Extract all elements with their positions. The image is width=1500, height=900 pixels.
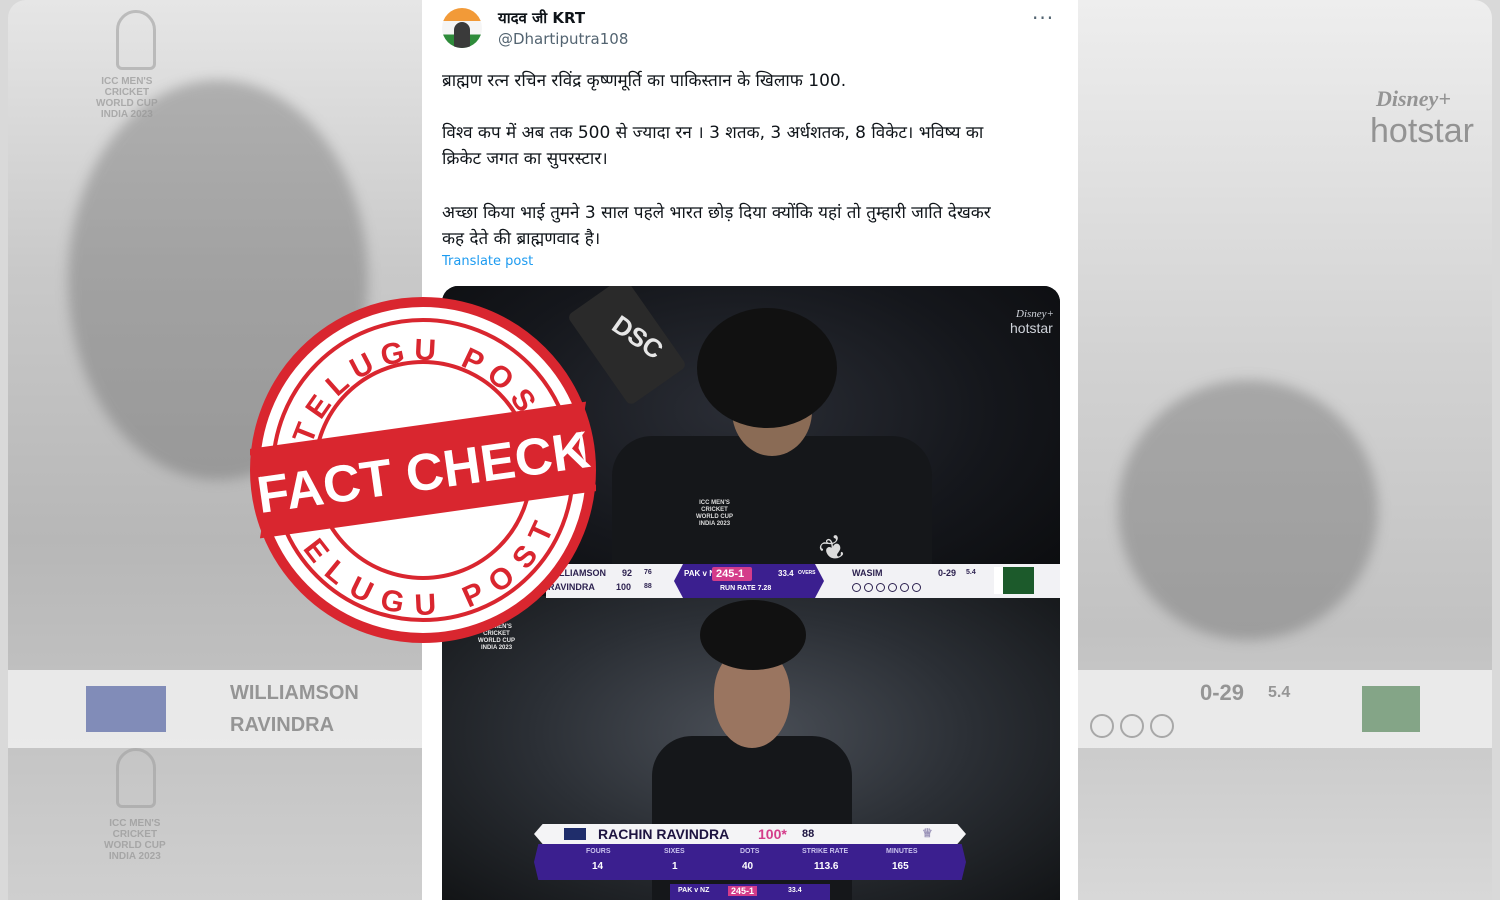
team-score: 245-1 <box>716 568 745 580</box>
player-hair <box>697 308 837 428</box>
stat-value: 165 <box>892 861 909 872</box>
trophy-icon: ♕ <box>922 826 933 840</box>
disney-logo: Disney+ <box>1016 308 1054 320</box>
overs-label: OVERS <box>798 570 816 576</box>
bowler-name: WASIM <box>852 568 883 578</box>
run-rate: RUN RATE 7.28 <box>720 585 772 592</box>
player-balls: 88 <box>802 828 815 840</box>
background-bowler-overs: 5.4 <box>1268 684 1291 701</box>
batter2-balls: 88 <box>644 583 652 590</box>
background-batter2: RAVINDRA <box>230 714 335 736</box>
mini-team-score: 245-1 <box>728 886 758 896</box>
pakistan-flag-icon <box>994 567 1034 594</box>
tweet-text-line-4: अच्छा किया भाई तुमने 3 साल पहले भारत छोड… <box>442 203 991 223</box>
scoreboard-center: PAK v NZ 245-1 33.4 OVERS RUN RATE 7.28 <box>674 564 824 598</box>
ball-icon <box>852 583 861 592</box>
background-disney-logo: Disney+ <box>1376 86 1451 111</box>
batter2-runs: 100 <box>616 582 632 592</box>
player-stat-card: RACHIN RAVINDRA 100* 88 ♕ FOURS 14 SIXES… <box>534 824 966 880</box>
background-nz-flag-icon <box>86 686 166 732</box>
hotstar-logo: hotstar <box>1010 320 1053 336</box>
player-hair <box>700 600 806 670</box>
background-event-logo: ICC MEN'S CRICKET WORLD CUP INDIA 2023 <box>104 818 166 862</box>
scoreboard: WILLIAMSON 92 76 RAVINDRA 100 88 PAK v N… <box>546 564 1060 598</box>
batter1-balls: 76 <box>644 569 652 576</box>
user-handle[interactable]: @Dhartiputra108 <box>498 30 628 48</box>
stat-value: 1 <box>672 861 678 872</box>
background-trophy-icon <box>116 748 156 808</box>
avatar[interactable] <box>442 8 482 48</box>
background-scoreboard-strip <box>1078 670 1492 748</box>
stat-label: MINUTES <box>886 848 918 855</box>
tweet-text-line-1: ब्राह्मण रत्न रचिन रविंद्र कृष्णमूर्ति क… <box>442 71 847 91</box>
stat-value: 40 <box>742 861 754 872</box>
background-trophy-icon <box>116 10 156 70</box>
more-horizontal-icon[interactable]: ··· <box>1032 6 1054 30</box>
stat-label: DOTS <box>740 848 760 855</box>
tweet-text-line-2: विश्व कप में अब तक 500 से ज्यादा रन । 3 … <box>442 123 984 143</box>
background-batter1: WILLIAMSON <box>230 682 359 704</box>
player-stats-row: FOURS 14 SIXES 1 DOTS 40 STRIKE RATE 113… <box>534 844 966 880</box>
player-score: 100* <box>758 826 787 842</box>
mini-match-label: PAK v NZ <box>678 887 710 894</box>
ball-icon <box>912 583 921 592</box>
ball-icon <box>864 583 873 592</box>
translate-post-link[interactable]: Translate post <box>442 254 533 269</box>
stat-label: STRIKE RATE <box>802 848 849 855</box>
background-scoreboard-strip <box>8 670 422 748</box>
display-name[interactable]: यादव जी KRT <box>498 8 585 28</box>
background-ball-icon <box>1120 714 1144 738</box>
background-pakistan-flag-icon <box>1362 686 1420 732</box>
player-name: RACHIN RAVINDRA <box>598 826 730 842</box>
ball-icon <box>900 583 909 592</box>
nz-flag-icon <box>564 828 586 840</box>
player-card-header: RACHIN RAVINDRA 100* 88 ♕ <box>534 824 966 844</box>
tweet-text-line-5: कह देते की ब्राह्मणवाद है। <box>442 229 601 249</box>
ball-icon <box>876 583 885 592</box>
stat-value: 113.6 <box>814 861 839 872</box>
bowler-figures: 0-29 <box>938 568 957 578</box>
background-bowler-figures: 0-29 <box>1200 680 1245 705</box>
background-ball-icon <box>1090 714 1114 738</box>
tweet-text-line-3: क्रिकेट जगत का सुपरस्टार। <box>442 149 608 169</box>
stat-label: SIXES <box>664 848 685 855</box>
bowler-overs: 5.4 <box>966 569 976 576</box>
ball-icon <box>888 583 897 592</box>
stat-value: 14 <box>592 861 604 872</box>
stat-label: FOURS <box>586 848 611 855</box>
background-hotstar-logo: hotstar <box>1370 112 1474 150</box>
mini-scoreboard: PAK v NZ 245-1 33.4 <box>670 884 830 900</box>
background-event-logo: ICC MEN'S CRICKET WORLD CUP INDIA 2023 <box>96 76 158 120</box>
overs-value: 33.4 <box>778 569 794 578</box>
background-player-silhouette <box>1118 380 1378 640</box>
shirt-event-logo: ICC MEN'S CRICKET WORLD CUP INDIA 2023 <box>696 500 733 527</box>
fact-check-stamp: TELUGU POST TELUGU POST FACT CHECK <box>250 297 596 643</box>
background-ball-icon <box>1150 714 1174 738</box>
batter1-runs: 92 <box>622 568 633 578</box>
avatar-figure <box>454 22 470 48</box>
mini-overs: 33.4 <box>788 887 802 894</box>
